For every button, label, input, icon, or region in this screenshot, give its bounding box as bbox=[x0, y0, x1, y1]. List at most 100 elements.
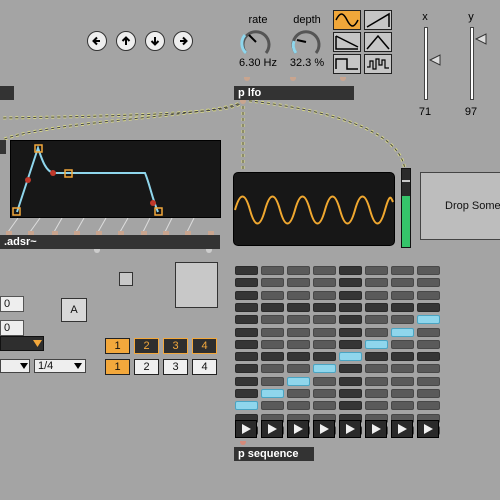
sequencer-cell[interactable] bbox=[287, 266, 310, 275]
sequencer-cell[interactable] bbox=[261, 278, 284, 288]
play-step-button[interactable] bbox=[287, 420, 309, 438]
sequencer-cell[interactable] bbox=[391, 315, 414, 325]
sequencer-cell[interactable] bbox=[417, 315, 440, 325]
sequencer-cell[interactable] bbox=[261, 302, 284, 312]
sequencer-cell[interactable] bbox=[261, 266, 284, 275]
play-step-button[interactable] bbox=[313, 420, 335, 438]
select-bottom-4[interactable]: 4 bbox=[192, 359, 217, 375]
sequencer-cell[interactable] bbox=[287, 401, 310, 411]
sequencer-cell[interactable] bbox=[391, 290, 414, 300]
sequencer-cell[interactable] bbox=[235, 315, 258, 325]
sequencer-cell[interactable] bbox=[313, 327, 336, 337]
adsr-object[interactable]: .adsr~ bbox=[0, 235, 220, 249]
play-step-button[interactable] bbox=[235, 420, 257, 438]
sequencer-cell[interactable] bbox=[365, 315, 388, 325]
sequencer-cell[interactable] bbox=[391, 389, 414, 398]
select-top-3[interactable]: 3 bbox=[163, 338, 188, 354]
sequencer-cell[interactable] bbox=[235, 376, 258, 386]
sequencer-cell[interactable] bbox=[339, 302, 362, 312]
sequencer-cell[interactable] bbox=[313, 290, 336, 300]
sequencer-cell[interactable] bbox=[339, 339, 362, 349]
lfo-object[interactable]: p lfo bbox=[234, 86, 354, 100]
select-bottom-3[interactable]: 3 bbox=[163, 359, 188, 375]
sequencer-cell[interactable] bbox=[365, 266, 388, 275]
sequencer-cell[interactable] bbox=[365, 339, 388, 349]
a-button[interactable]: A bbox=[61, 298, 87, 322]
sequence-object[interactable]: p sequence bbox=[234, 447, 314, 461]
sequencer-cell[interactable] bbox=[313, 315, 336, 325]
sequencer-cell[interactable] bbox=[287, 389, 310, 398]
sequencer-cell[interactable] bbox=[339, 376, 362, 386]
sequencer-cell[interactable] bbox=[417, 389, 440, 398]
sequencer-cell[interactable] bbox=[391, 364, 414, 374]
sequencer-cell[interactable] bbox=[365, 352, 388, 362]
sequencer-cell[interactable] bbox=[417, 278, 440, 288]
sequencer-cell[interactable] bbox=[417, 302, 440, 312]
sequencer-cell[interactable] bbox=[313, 278, 336, 288]
division-dropdown[interactable]: 1/4 bbox=[34, 359, 86, 373]
select-bottom-2[interactable]: 2 bbox=[134, 359, 159, 375]
sequencer-cell[interactable] bbox=[339, 327, 362, 337]
sequencer-cell[interactable] bbox=[365, 364, 388, 374]
sequencer-cell[interactable] bbox=[287, 339, 310, 349]
select-bottom-1[interactable]: 1 bbox=[105, 359, 130, 375]
sequencer-cell[interactable] bbox=[287, 302, 310, 312]
sequencer-cell[interactable] bbox=[235, 339, 258, 349]
sequencer-cell[interactable] bbox=[339, 352, 362, 362]
sequencer-cell[interactable] bbox=[235, 290, 258, 300]
sequencer-cell[interactable] bbox=[235, 302, 258, 312]
dropdown-left[interactable] bbox=[0, 359, 30, 373]
sequencer-cell[interactable] bbox=[261, 389, 284, 398]
play-step-button[interactable] bbox=[365, 420, 387, 438]
sequencer-cell[interactable] bbox=[391, 327, 414, 337]
sequencer-cell[interactable] bbox=[417, 364, 440, 374]
play-step-button[interactable] bbox=[391, 420, 413, 438]
sequencer-cell[interactable] bbox=[261, 327, 284, 337]
sequencer-cell[interactable] bbox=[391, 376, 414, 386]
sequencer-cell[interactable] bbox=[287, 315, 310, 325]
sequencer-cell[interactable] bbox=[261, 315, 284, 325]
sequencer-cell[interactable] bbox=[365, 302, 388, 312]
sequencer-cell[interactable] bbox=[261, 364, 284, 374]
number-box-1[interactable]: 0 bbox=[0, 296, 24, 312]
offscreen-object[interactable] bbox=[0, 140, 6, 154]
sequencer-cell[interactable] bbox=[417, 290, 440, 300]
sequencer-cell[interactable] bbox=[417, 266, 440, 275]
select-top-1[interactable]: 1 bbox=[105, 338, 130, 354]
sequencer-cell[interactable] bbox=[287, 327, 310, 337]
sequencer-cell[interactable] bbox=[365, 290, 388, 300]
dropdown-menu[interactable] bbox=[0, 336, 44, 351]
sequencer-cell[interactable] bbox=[313, 376, 336, 386]
sequencer-cell[interactable] bbox=[313, 364, 336, 374]
sequencer-cell[interactable] bbox=[235, 278, 258, 288]
number-box-2[interactable]: 0 bbox=[0, 320, 24, 336]
sequencer-cell[interactable] bbox=[287, 290, 310, 300]
sequencer-cell[interactable] bbox=[339, 315, 362, 325]
sequencer-cell[interactable] bbox=[365, 327, 388, 337]
sequencer-cell[interactable] bbox=[287, 364, 310, 374]
sequencer-cell[interactable] bbox=[313, 389, 336, 398]
sequencer-cell[interactable] bbox=[417, 327, 440, 337]
sequencer-cell[interactable] bbox=[391, 266, 414, 275]
sequencer-cell[interactable] bbox=[313, 401, 336, 411]
sequencer-cell[interactable] bbox=[417, 376, 440, 386]
toggle-checkbox[interactable] bbox=[119, 272, 133, 286]
play-step-button[interactable] bbox=[417, 420, 439, 438]
sequencer-cell[interactable] bbox=[235, 266, 258, 275]
sequencer-cell[interactable] bbox=[313, 339, 336, 349]
sequencer-cell[interactable] bbox=[339, 266, 362, 275]
sequencer-cell[interactable] bbox=[313, 302, 336, 312]
sequencer-cell[interactable] bbox=[235, 327, 258, 337]
sequencer-cell[interactable] bbox=[261, 339, 284, 349]
sequencer-cell[interactable] bbox=[417, 339, 440, 349]
sequencer-cell[interactable] bbox=[391, 339, 414, 349]
sequencer-cell[interactable] bbox=[313, 266, 336, 275]
sequencer-cell[interactable] bbox=[287, 376, 310, 386]
sequencer-cell[interactable] bbox=[417, 352, 440, 362]
sequencer-cell[interactable] bbox=[417, 401, 440, 411]
play-step-button[interactable] bbox=[261, 420, 283, 438]
sequencer-cell[interactable] bbox=[235, 389, 258, 398]
sequencer-cell[interactable] bbox=[261, 401, 284, 411]
adsr-envelope-curve[interactable] bbox=[10, 140, 221, 218]
drop-file-zone[interactable]: Drop Somet bbox=[420, 172, 500, 240]
